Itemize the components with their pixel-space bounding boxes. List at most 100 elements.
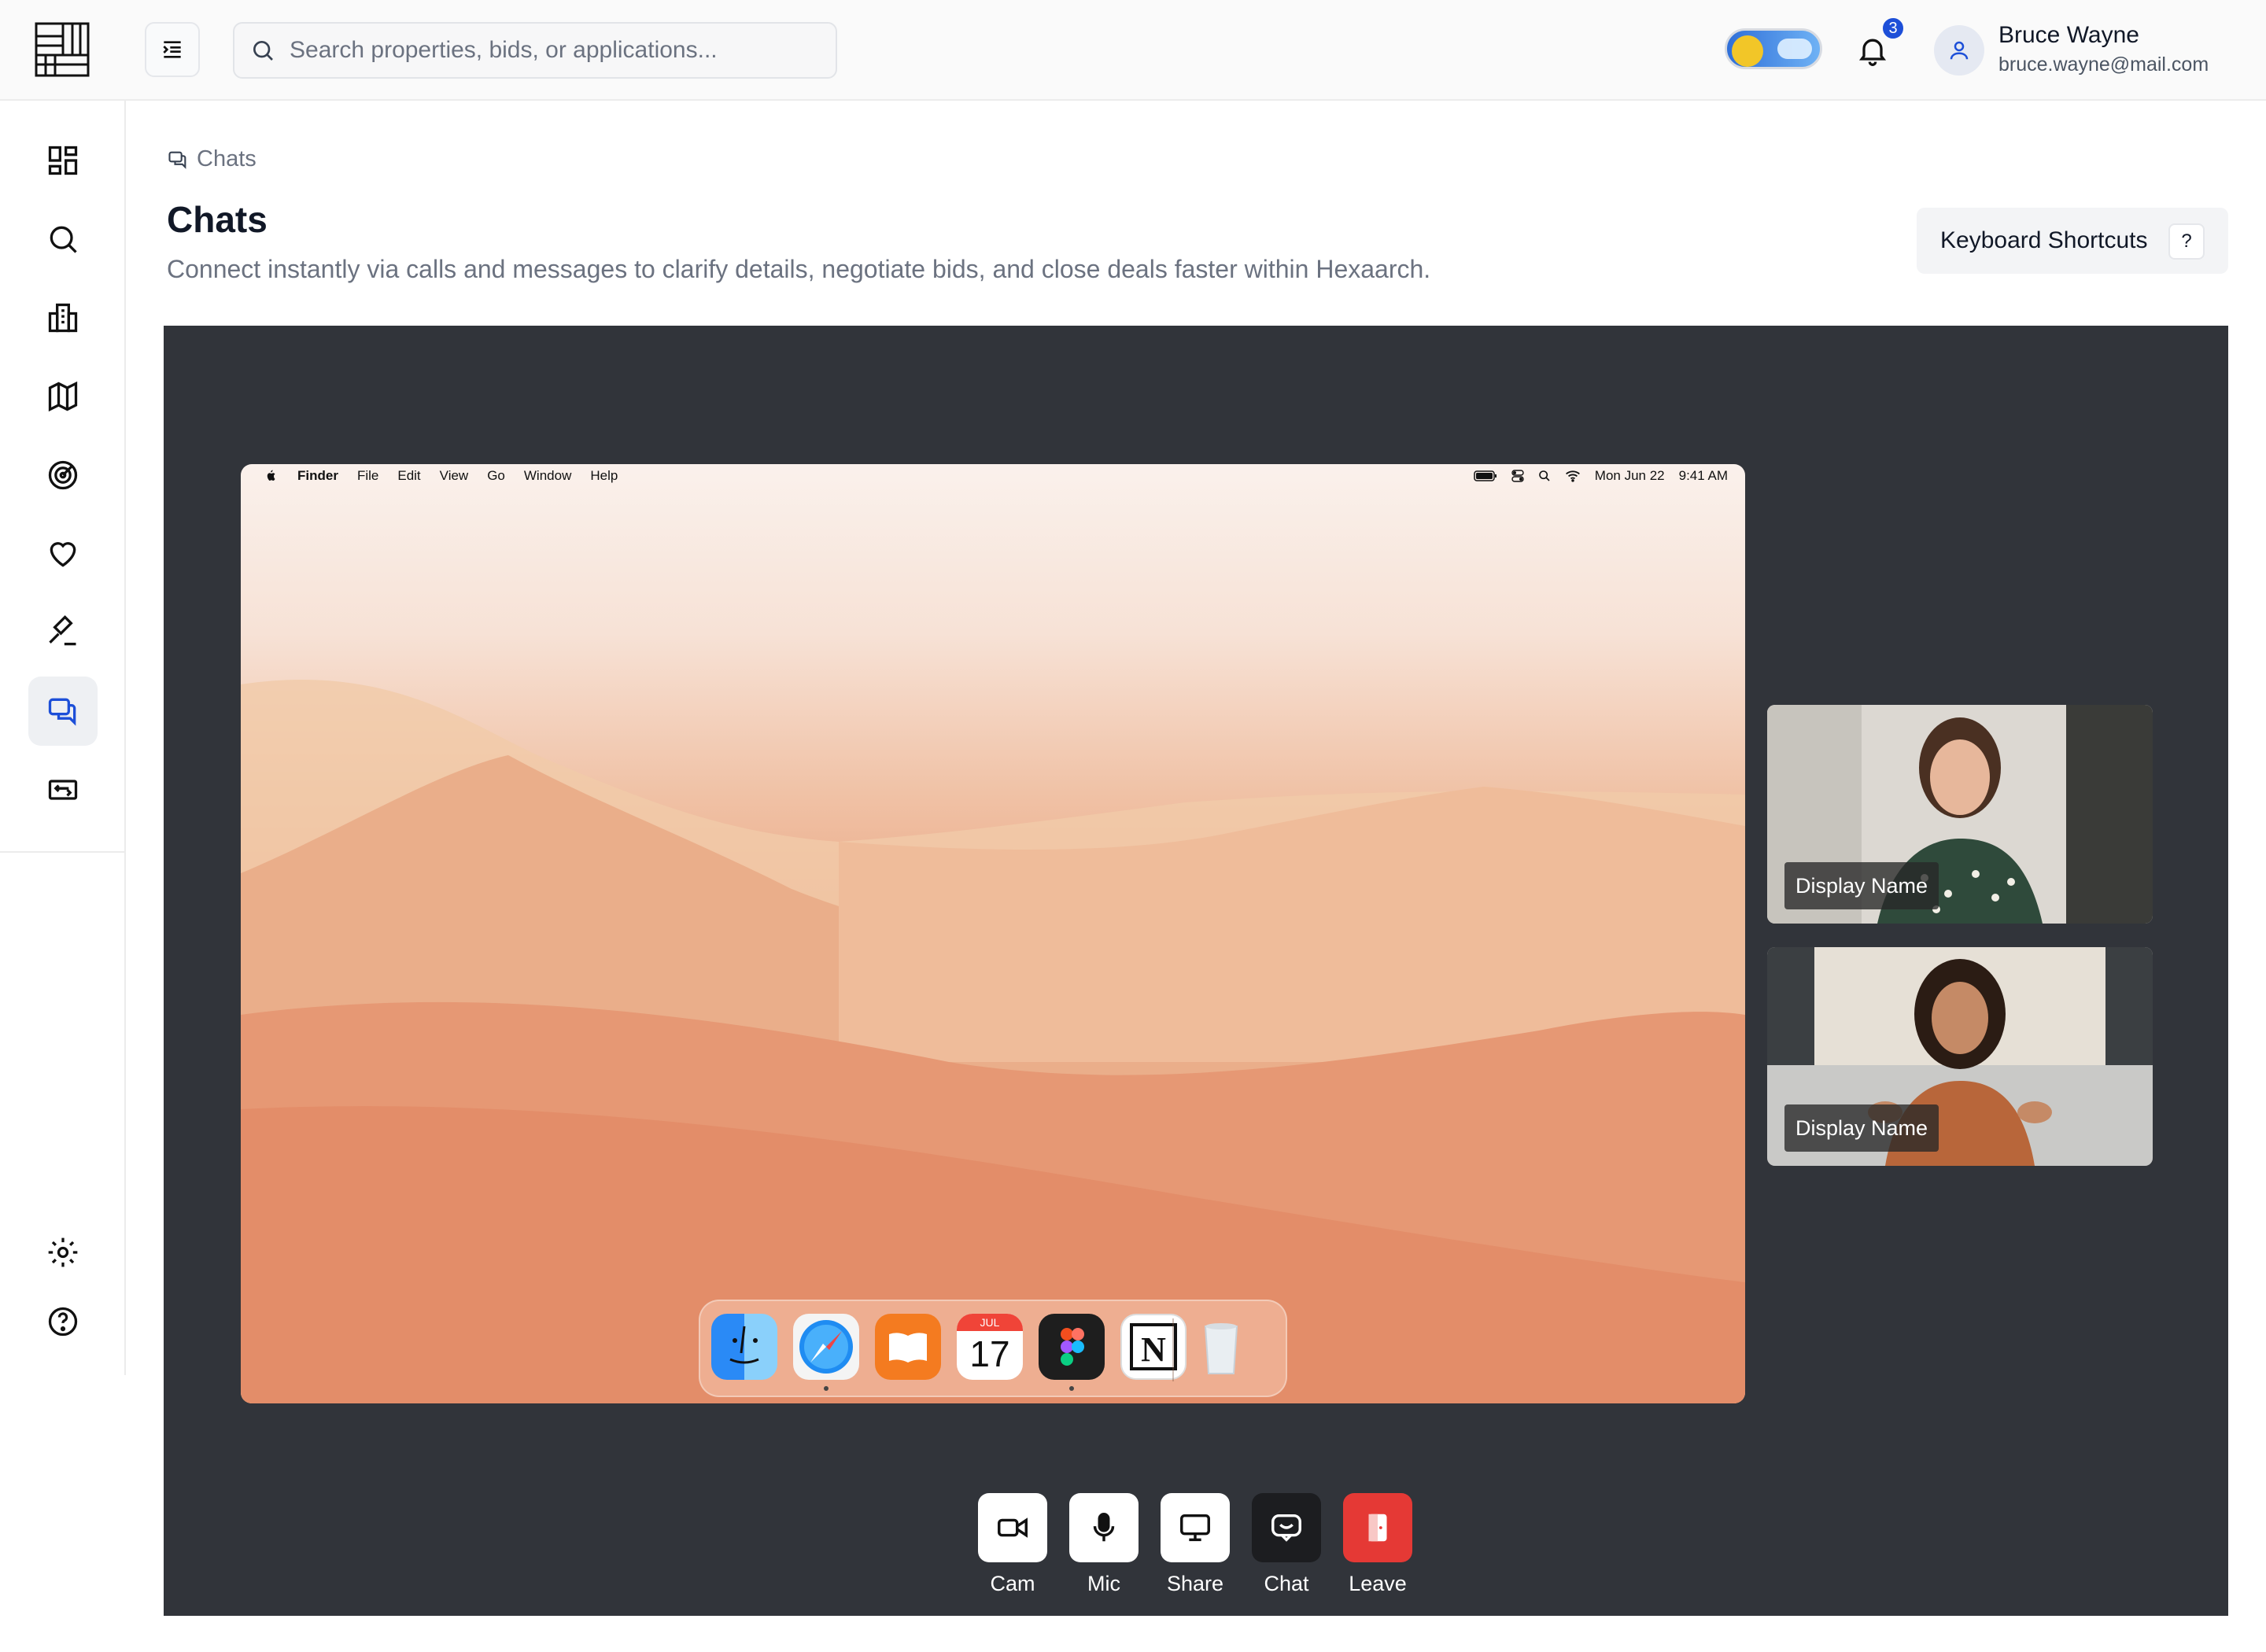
- mac-menu-help[interactable]: Help: [590, 468, 618, 484]
- sidebar-item-search[interactable]: [28, 205, 98, 274]
- participant-name: Display Name: [1784, 862, 1939, 909]
- sidebar-item-favorites[interactable]: [28, 519, 98, 588]
- sidebar-toggle-button[interactable]: [145, 22, 200, 77]
- control-center-icon: [1511, 470, 1524, 482]
- trash-icon: [1204, 1323, 1238, 1374]
- mac-time: 9:41 AM: [1678, 468, 1728, 483]
- svg-text:N: N: [1141, 1330, 1166, 1369]
- cam-control: Cam: [977, 1493, 1048, 1596]
- leave-control: Leave: [1342, 1493, 1413, 1596]
- search-icon: [50, 226, 77, 253]
- leave-label: Leave: [1349, 1572, 1407, 1595]
- sidebar-item-bids[interactable]: [28, 598, 98, 667]
- sidebar-divider: [0, 851, 126, 853]
- monitor-icon: [1180, 1514, 1210, 1542]
- cam-button[interactable]: [978, 1493, 1047, 1562]
- search-input[interactable]: [290, 37, 809, 64]
- mac-menu-go[interactable]: Go: [487, 468, 505, 484]
- trash-app-icon[interactable]: [1188, 1314, 1254, 1380]
- finder-face-icon: [729, 1326, 759, 1364]
- sidebar-item-settings[interactable]: [28, 1218, 98, 1287]
- mac-menu-window[interactable]: Window: [524, 468, 571, 484]
- chat-label: Chat: [1264, 1572, 1309, 1595]
- theme-toggle[interactable]: [1725, 28, 1822, 69]
- participant-tile[interactable]: Display Name: [1767, 705, 2153, 924]
- chat-control: Chat: [1251, 1493, 1322, 1596]
- mic-control: Mic: [1068, 1493, 1139, 1596]
- search-bar[interactable]: [233, 22, 837, 79]
- chat-bubble-icon: [1271, 1514, 1301, 1542]
- sidebar-item-help[interactable]: [28, 1287, 98, 1356]
- app-logo[interactable]: [35, 22, 90, 77]
- sidebar-item-transactions[interactable]: [28, 755, 98, 824]
- page-description: Connect instantly via calls and messages…: [167, 255, 1431, 283]
- leave-button[interactable]: [1343, 1493, 1412, 1562]
- finder-app-icon[interactable]: [711, 1314, 777, 1380]
- mac-menu-view[interactable]: View: [440, 468, 469, 484]
- microphone-icon: [1093, 1513, 1115, 1542]
- shared-screen: Finder File Edit View Go Window Help Mon…: [241, 464, 1745, 1403]
- participant-name: Display Name: [1784, 1104, 1939, 1152]
- heart-icon: [50, 542, 76, 567]
- breadcrumb: Chats: [167, 146, 256, 172]
- breadcrumb-label[interactable]: Chats: [197, 146, 256, 172]
- notion-app-icon[interactable]: N: [1120, 1314, 1187, 1380]
- top-bar: 3 Bruce Wayne bruce.wayne@mail.com: [0, 0, 2266, 101]
- wifi-icon: [1565, 470, 1580, 482]
- mac-date: Mon Jun 22: [1594, 468, 1665, 483]
- dock-running-dot: [1069, 1386, 1074, 1391]
- safari-app-icon[interactable]: [793, 1314, 859, 1380]
- sidebar-item-radar[interactable]: [28, 441, 98, 510]
- calendar-day: 17: [969, 1333, 1010, 1374]
- call-controls: Cam Mic Share Chat Leave: [977, 1493, 1449, 1603]
- chat-button[interactable]: [1252, 1493, 1321, 1562]
- user-icon: [1950, 41, 1969, 60]
- mic-label: Mic: [1087, 1572, 1120, 1595]
- figma-icon: [1061, 1328, 1084, 1366]
- mac-menu-edit[interactable]: Edit: [397, 468, 420, 484]
- keyboard-shortcuts-button[interactable]: Keyboard Shortcuts ?: [1917, 208, 2228, 274]
- figma-app-icon[interactable]: [1039, 1314, 1105, 1380]
- book-icon: [889, 1333, 927, 1363]
- keyboard-shortcuts-label: Keyboard Shortcuts: [1940, 227, 2148, 253]
- sidebar-item-dashboard[interactable]: [28, 126, 98, 195]
- mac-dock: JUL 17 N: [699, 1300, 1287, 1397]
- apple-icon[interactable]: [264, 469, 279, 483]
- mac-menu-finder[interactable]: Finder: [297, 468, 338, 484]
- participant-tile[interactable]: Display Name: [1767, 947, 2153, 1166]
- keyboard-shortcuts-key: ?: [2168, 223, 2205, 260]
- radar-icon: [48, 460, 78, 490]
- dashboard-icon: [48, 146, 78, 175]
- gavel-icon: [49, 615, 76, 646]
- mic-button[interactable]: [1069, 1493, 1139, 1562]
- mac-menu-file[interactable]: File: [357, 468, 378, 484]
- transfer-icon: [48, 780, 78, 800]
- buildings-icon: [48, 303, 78, 333]
- share-screen-button[interactable]: [1161, 1493, 1230, 1562]
- search-icon: [253, 41, 273, 61]
- gear-icon: [48, 1237, 78, 1267]
- sidebar-item-chats[interactable]: [28, 677, 98, 746]
- mac-status-area: Mon Jun 22 9:41 AM: [1474, 464, 1728, 488]
- user-email: bruce.wayne@mail.com: [1998, 53, 2209, 76]
- user-name: Bruce Wayne: [1998, 22, 2139, 48]
- menu-collapse-icon: [163, 41, 181, 58]
- share-control: Share: [1160, 1493, 1231, 1596]
- notion-icon: N: [1130, 1323, 1177, 1370]
- avatar[interactable]: [1934, 25, 1984, 76]
- spotlight-icon: [1538, 470, 1550, 481]
- map-icon: [48, 381, 78, 412]
- dock-running-dot: [824, 1386, 829, 1391]
- chat-icon: [168, 151, 186, 169]
- battery-icon: [1474, 470, 1497, 481]
- compass-icon: [799, 1320, 853, 1374]
- calendar-app-icon[interactable]: JUL 17: [957, 1314, 1023, 1380]
- sidebar-item-map[interactable]: [28, 362, 98, 431]
- books-app-icon[interactable]: [875, 1314, 941, 1380]
- notification-badge: 3: [1880, 16, 1906, 41]
- page-title: Chats: [167, 199, 268, 240]
- video-camera-icon: [998, 1517, 1028, 1538]
- cloud-icon: [1777, 39, 1812, 59]
- sidebar-item-properties[interactable]: [28, 283, 98, 352]
- desert-wallpaper: [241, 679, 1745, 1403]
